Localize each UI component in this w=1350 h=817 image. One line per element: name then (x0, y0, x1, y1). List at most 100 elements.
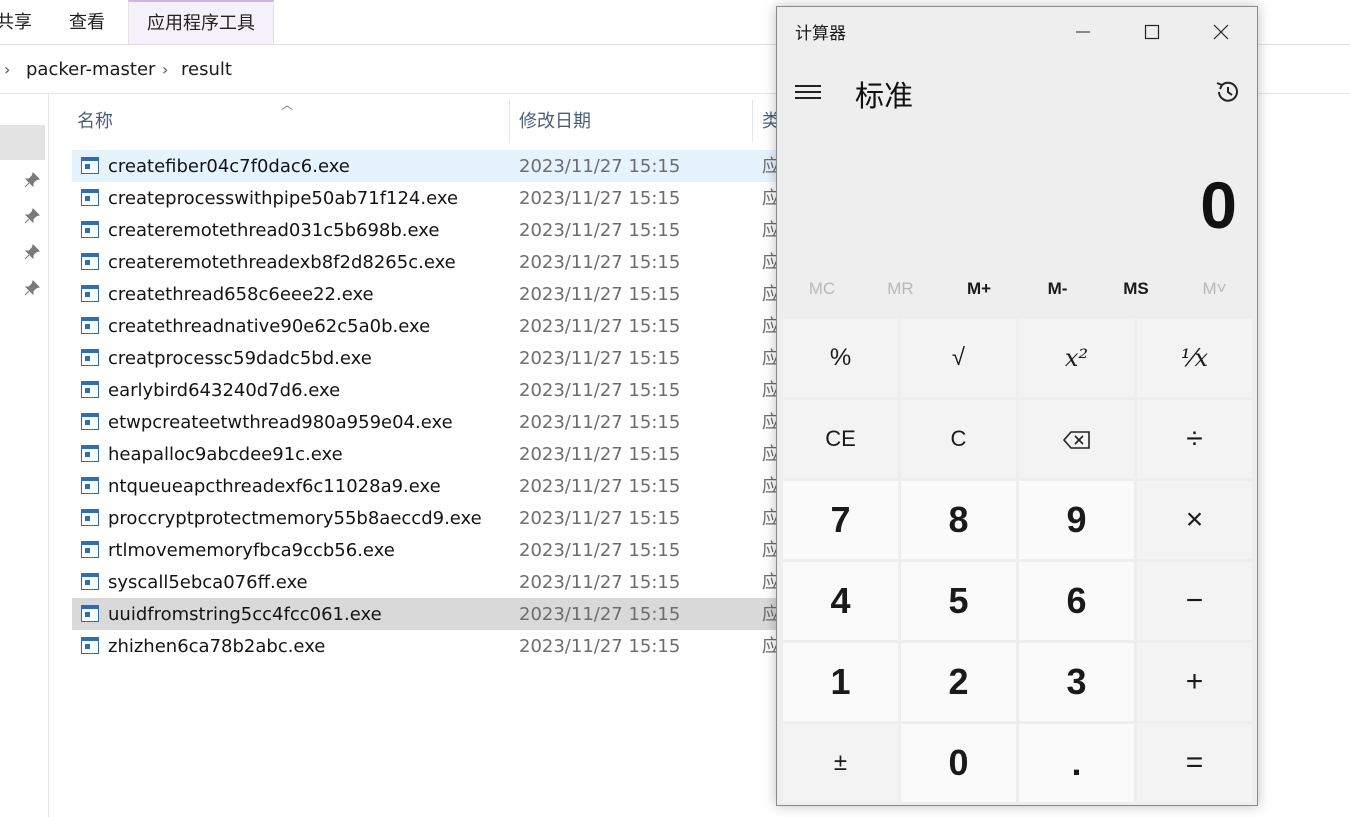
file-name: ntqueueapcthreadexf6c11028a9.exe (108, 476, 441, 497)
file-row[interactable]: syscall5ebca076ff.exe 2023/11/27 15:15 应 (72, 566, 780, 598)
application-file-icon (81, 253, 99, 270)
file-name: createthread658c6eee22.exe (108, 284, 374, 305)
file-row[interactable]: rtlmovememoryfbca9ccb56.exe 2023/11/27 15… (72, 534, 780, 566)
digit-0-button[interactable]: 0 (901, 724, 1016, 802)
file-name: heapalloc9abcdee91c.exe (108, 444, 343, 465)
file-modified-date: 2023/11/27 15:15 (519, 636, 681, 657)
application-file-icon (81, 413, 99, 430)
minus-button[interactable]: − (1137, 562, 1252, 640)
digit-5-button[interactable]: 5 (901, 562, 1016, 640)
reciprocal-button[interactable]: ¹⁄x (1137, 319, 1252, 397)
memory-clear-button[interactable]: MC (783, 279, 861, 307)
digit-8-button[interactable]: 8 (901, 481, 1016, 559)
maximize-icon (1144, 24, 1160, 40)
memory-store-button[interactable]: MS (1097, 279, 1175, 307)
memory-list-button[interactable]: M˅ (1176, 279, 1254, 307)
file-modified-date: 2023/11/27 15:15 (519, 380, 681, 401)
file-modified-date: 2023/11/27 15:15 (519, 604, 681, 625)
digit-4-button[interactable]: 4 (783, 562, 898, 640)
backspace-button[interactable] (1019, 400, 1134, 478)
file-row[interactable]: etwpcreateetwthread980a959e04.exe 2023/11… (72, 406, 780, 438)
application-file-icon (81, 189, 99, 206)
tab-share[interactable]: 共享 (0, 0, 32, 44)
file-row[interactable]: createremotethread031c5b698b.exe 2023/11/… (72, 214, 780, 246)
column-divider[interactable] (752, 100, 753, 142)
file-modified-date: 2023/11/27 15:15 (519, 220, 681, 241)
file-modified-date: 2023/11/27 15:15 (519, 444, 681, 465)
memory-recall-button[interactable]: MR (862, 279, 940, 307)
square-button[interactable]: x² (1019, 319, 1134, 397)
tab-app-tools[interactable]: 应用程序工具 (128, 0, 274, 44)
file-row[interactable]: createfiber04c7f0dac6.exe 2023/11/27 15:1… (72, 150, 780, 182)
file-row[interactable]: createthreadnative90e62c5a0b.exe 2023/11/… (72, 310, 780, 342)
digit-7-button[interactable]: 7 (783, 481, 898, 559)
pin-icon[interactable] (24, 280, 40, 296)
file-row[interactable]: zhizhen6ca78b2abc.exe 2023/11/27 15:15 应 (72, 630, 780, 662)
digit-9-button[interactable]: 9 (1019, 481, 1134, 559)
divide-button[interactable]: ÷ (1137, 400, 1252, 478)
minimize-button[interactable] (1049, 7, 1117, 57)
file-row[interactable]: createprocesswithpipe50ab71f124.exe 2023/… (72, 182, 780, 214)
menu-hamburger-icon[interactable] (795, 83, 823, 101)
clear-button[interactable]: C (901, 400, 1016, 478)
application-file-icon (81, 157, 99, 174)
column-divider[interactable] (509, 100, 510, 142)
column-header-name[interactable]: 名称 (77, 97, 113, 147)
negate-button[interactable]: ± (783, 724, 898, 802)
file-name: uuidfromstring5cc4fcc061.exe (108, 604, 382, 625)
equals-button[interactable]: = (1137, 724, 1252, 802)
file-row[interactable]: createremotethreadexb8f2d8265c.exe 2023/1… (72, 246, 780, 278)
file-row[interactable]: earlybird643240d7d6.exe 2023/11/27 15:15 应 (72, 374, 780, 406)
file-row[interactable]: proccryptprotectmemory55b8aeccd9.exe 2023… (72, 502, 780, 534)
file-name: zhizhen6ca78b2abc.exe (108, 636, 326, 657)
digit-3-button[interactable]: 3 (1019, 643, 1134, 721)
pin-icon[interactable] (24, 172, 40, 188)
application-file-icon (81, 445, 99, 462)
file-row[interactable]: ntqueueapcthreadexf6c11028a9.exe 2023/11/… (72, 470, 780, 502)
memory-subtract-button[interactable]: M- (1019, 279, 1097, 307)
file-row[interactable]: createthread658c6eee22.exe 2023/11/27 15:… (72, 278, 780, 310)
sort-ascending-icon: ︿ (281, 98, 294, 112)
chevron-right-icon[interactable]: › (162, 45, 168, 93)
pin-icon[interactable] (24, 244, 40, 260)
application-file-icon (81, 317, 99, 334)
close-icon (1213, 24, 1229, 40)
digit-2-button[interactable]: 2 (901, 643, 1016, 721)
history-icon[interactable] (1213, 77, 1243, 107)
file-modified-date: 2023/11/27 15:15 (519, 412, 681, 433)
file-row[interactable]: uuidfromstring5cc4fcc061.exe 2023/11/27 1… (72, 598, 780, 630)
calculator-mode-title: 标准 (855, 79, 914, 113)
close-button[interactable] (1187, 7, 1255, 57)
nav-selected-item[interactable] (0, 125, 45, 160)
window-title: 计算器 (795, 24, 846, 44)
multiply-button[interactable]: × (1137, 481, 1252, 559)
chevron-right-icon[interactable]: › (4, 45, 10, 93)
decimal-point-button[interactable]: . (1019, 724, 1134, 802)
clear-entry-button[interactable]: CE (783, 400, 898, 478)
breadcrumb-result[interactable]: result (181, 45, 232, 93)
file-modified-date: 2023/11/27 15:15 (519, 284, 681, 305)
file-name: createfiber04c7f0dac6.exe (108, 156, 350, 177)
file-name: createremotethread031c5b698b.exe (108, 220, 440, 241)
memory-add-button[interactable]: M+ (940, 279, 1018, 307)
breadcrumb-packer-master[interactable]: packer-master (26, 45, 155, 93)
square-root-button[interactable]: √ (901, 319, 1016, 397)
plus-button[interactable]: + (1137, 643, 1252, 721)
application-file-icon (81, 477, 99, 494)
file-row[interactable]: heapalloc9abcdee91c.exe 2023/11/27 15:15 应 (72, 438, 780, 470)
digit-1-button[interactable]: 1 (783, 643, 898, 721)
pin-icon[interactable] (24, 208, 40, 224)
column-header-date[interactable]: 修改日期 (519, 97, 591, 147)
maximize-button[interactable] (1118, 7, 1186, 57)
navigation-pane (0, 94, 49, 817)
digit-6-button[interactable]: 6 (1019, 562, 1134, 640)
application-file-icon (81, 381, 99, 398)
file-modified-date: 2023/11/27 15:15 (519, 572, 681, 593)
file-modified-date: 2023/11/27 15:15 (519, 348, 681, 369)
calculator-window: 计算器 标准 0 MC MR M+ M- MS M˅ % √ x² ¹⁄x CE C ÷ … (776, 6, 1258, 806)
percent-button[interactable]: % (783, 319, 898, 397)
application-file-icon (81, 509, 99, 526)
tab-view[interactable]: 查看 (69, 0, 105, 44)
file-row[interactable]: creatprocessc59dadc5bd.exe 2023/11/27 15:… (72, 342, 780, 374)
application-file-icon (81, 349, 99, 366)
